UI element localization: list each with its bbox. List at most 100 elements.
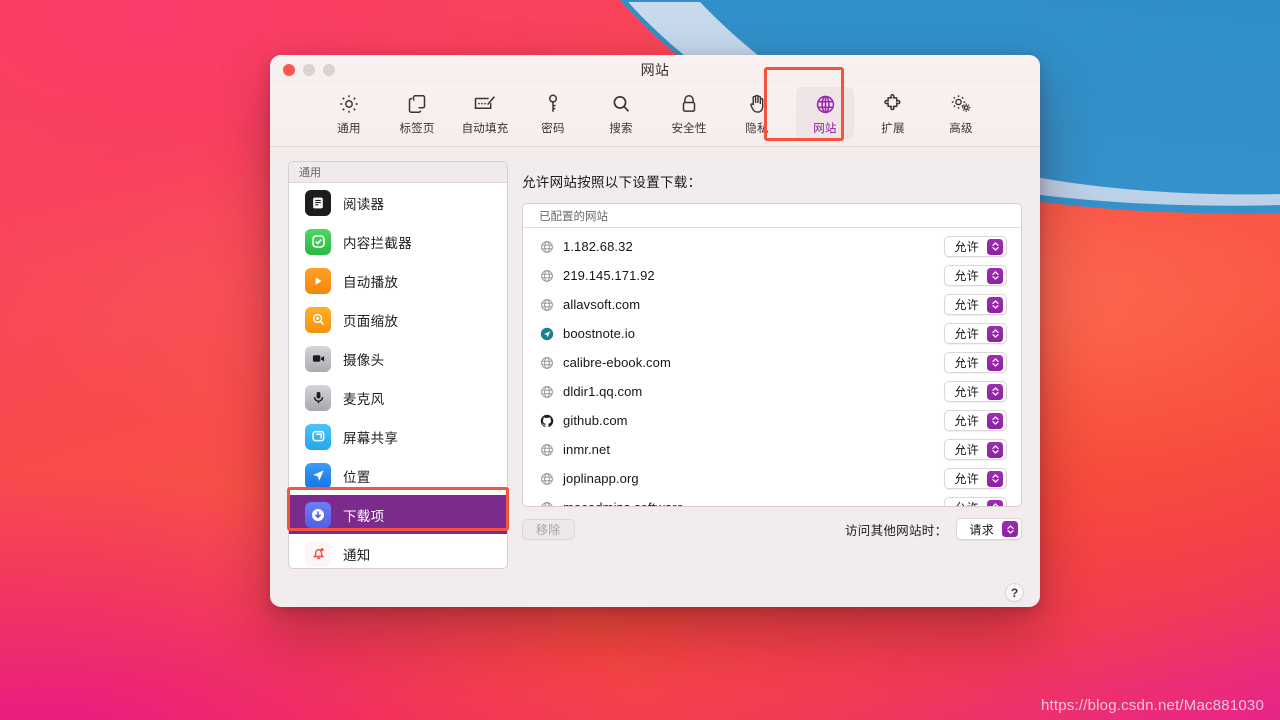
chevron-updown-icon xyxy=(987,296,1003,313)
table-row[interactable]: joplinapp.org 允许 xyxy=(523,464,1021,493)
toolbar-item-passwords[interactable]: 密码 xyxy=(524,87,582,139)
chevron-updown-icon xyxy=(987,499,1003,506)
remove-button[interactable]: 移除 xyxy=(522,518,575,540)
permission-popup-button[interactable]: 允许 xyxy=(944,265,1007,286)
sidebar-list: 阅读器 内容拦截器 自动播放 页面缩放 摄像头 麦克风 屏幕共享 位置 下载项 … xyxy=(289,183,507,568)
preferences-body: 通用 阅读器 内容拦截器 自动播放 页面缩放 摄像头 麦克风 屏幕共享 位置 下… xyxy=(270,147,1040,569)
table-row[interactable]: github.com 允许 xyxy=(523,406,1021,435)
sidebar-item-label: 下载项 xyxy=(343,508,385,524)
gear-icon xyxy=(337,91,361,117)
chevron-updown-icon xyxy=(987,354,1003,371)
chevron-updown-icon xyxy=(987,238,1003,255)
table-row[interactable]: 1.182.68.32 允许 xyxy=(523,232,1021,261)
other-sites-label: 访问其他网站时： xyxy=(844,523,948,538)
sidebar-item-label: 阅读器 xyxy=(343,196,385,212)
toolbar-item-privacy[interactable]: 隐私 xyxy=(728,87,786,139)
table-row[interactable]: inmr.net 允许 xyxy=(523,435,1021,464)
notifications-icon xyxy=(305,540,331,567)
website-name: allavsoft.com xyxy=(563,297,641,312)
sidebar-item-label: 麦克风 xyxy=(343,391,385,407)
table-row[interactable]: allavsoft.com 允许 xyxy=(523,290,1021,319)
toolbar-item-label: 网站 xyxy=(813,123,837,135)
toolbar-item-security[interactable]: 安全性 xyxy=(660,87,718,139)
configured-websites-header: 已配置的网站 xyxy=(523,204,1021,228)
permission-popup-button[interactable]: 允许 xyxy=(944,352,1007,373)
sidebar-item-camera[interactable]: 摄像头 xyxy=(289,339,507,378)
permission-popup-button[interactable]: 允许 xyxy=(944,439,1007,460)
sidebar-item-label: 内容拦截器 xyxy=(343,235,412,251)
screen-share-icon xyxy=(305,423,331,450)
chevron-updown-icon xyxy=(987,383,1003,400)
toolbar-item-advanced[interactable]: 高级 xyxy=(932,87,990,139)
permission-value: 允许 xyxy=(954,356,979,370)
chevron-updown-icon xyxy=(987,325,1003,342)
website-name: joplinapp.org xyxy=(563,471,639,486)
table-row[interactable]: dldir1.qq.com 允许 xyxy=(523,377,1021,406)
preferences-toolbar: 通用 标签页 自动填充 密码 搜索 安全性 隐私 网站 扩展 高级 xyxy=(270,85,1040,147)
window-titlebar: 网站 xyxy=(270,55,1040,85)
globe-icon xyxy=(539,268,554,283)
downloads-icon xyxy=(305,501,331,528)
permission-value: 允许 xyxy=(954,327,979,341)
desktop-wallpaper: 网站 通用 标签页 自动填充 密码 搜索 安全性 隐私 网站 扩展 高级 通用 … xyxy=(0,0,1280,720)
permission-popup-button[interactable]: 允许 xyxy=(944,294,1007,315)
permission-popup-button[interactable]: 允许 xyxy=(944,381,1007,402)
other-sites-popup-button[interactable]: 请求 xyxy=(956,518,1022,540)
permission-popup-button[interactable]: 允许 xyxy=(944,323,1007,344)
toolbar-item-general[interactable]: 通用 xyxy=(320,87,378,139)
downloads-settings-panel: 允许网站按照以下设置下载： 已配置的网站 1.182.68.32 允许 219.… xyxy=(522,161,1022,569)
toolbar-item-websites[interactable]: 网站 xyxy=(796,87,854,139)
sidebar-item-content-blockers[interactable]: 内容拦截器 xyxy=(289,222,507,261)
safari-preferences-window: 网站 通用 标签页 自动填充 密码 搜索 安全性 隐私 网站 扩展 高级 通用 … xyxy=(270,55,1040,607)
sidebar-item-page-zoom[interactable]: 页面缩放 xyxy=(289,300,507,339)
permission-value: 允许 xyxy=(954,414,979,428)
permission-value: 允许 xyxy=(954,385,979,399)
watermark-url: https://blog.csdn.net/Mac881030 xyxy=(1040,697,1264,714)
toolbar-item-label: 自动填充 xyxy=(461,123,509,135)
toolbar-item-extensions[interactable]: 扩展 xyxy=(864,87,922,139)
table-row[interactable]: calibre-ebook.com 允许 xyxy=(523,348,1021,377)
sidebar-item-location[interactable]: 位置 xyxy=(289,456,507,495)
sidebar-item-reader[interactable]: 阅读器 xyxy=(289,183,507,222)
toolbar-item-search[interactable]: 搜索 xyxy=(592,87,650,139)
permission-value: 允许 xyxy=(954,443,979,457)
table-row[interactable]: macadmins.software 允许 xyxy=(523,493,1021,506)
help-button[interactable]: ? xyxy=(1005,583,1024,602)
globe-icon xyxy=(813,91,838,117)
sidebar-item-label: 位置 xyxy=(343,469,371,485)
toolbar-item-autofill[interactable]: 自动填充 xyxy=(456,87,514,139)
sidebar-item-screen-sharing[interactable]: 屏幕共享 xyxy=(289,417,507,456)
other-sites-control: 访问其他网站时： 请求 xyxy=(845,518,1022,540)
sidebar-item-downloads[interactable]: 下载项 xyxy=(289,495,507,534)
toolbar-item-label: 高级 xyxy=(949,123,973,135)
settings-sidebar: 通用 阅读器 内容拦截器 自动播放 页面缩放 摄像头 麦克风 屏幕共享 位置 下… xyxy=(288,161,508,569)
table-row[interactable]: boostnote.io 允许 xyxy=(523,319,1021,348)
panel-bottom-bar: 移除 访问其他网站时： 请求 xyxy=(522,518,1022,540)
hand-icon xyxy=(745,91,769,117)
tabs-icon xyxy=(405,91,429,117)
sidebar-item-auto-play[interactable]: 自动播放 xyxy=(289,261,507,300)
window-footer: ? xyxy=(270,569,1040,607)
chevron-updown-icon xyxy=(987,441,1003,458)
toolbar-item-label: 标签页 xyxy=(399,123,435,135)
toolbar-item-label: 搜索 xyxy=(609,123,633,135)
website-list[interactable]: 1.182.68.32 允许 219.145.171.92 允许 allavso… xyxy=(523,228,1021,506)
sidebar-header: 通用 xyxy=(289,162,507,183)
permission-popup-button[interactable]: 允许 xyxy=(944,468,1007,489)
chevron-updown-icon xyxy=(987,412,1003,429)
puzzle-icon xyxy=(881,91,905,117)
chevron-updown-icon xyxy=(1002,521,1018,537)
toolbar-item-label: 通用 xyxy=(337,123,361,135)
permission-value: 允许 xyxy=(954,269,979,283)
advanced-gears-icon xyxy=(948,91,974,117)
sidebar-item-notifications[interactable]: 通知 xyxy=(289,534,507,568)
location-icon xyxy=(305,462,331,489)
permission-popup-button[interactable]: 允许 xyxy=(944,497,1007,506)
permission-popup-button[interactable]: 允许 xyxy=(944,410,1007,431)
permission-popup-button[interactable]: 允许 xyxy=(944,236,1007,257)
sidebar-item-microphone[interactable]: 麦克风 xyxy=(289,378,507,417)
toolbar-item-tabs[interactable]: 标签页 xyxy=(388,87,446,139)
toolbar-item-label: 扩展 xyxy=(881,123,905,135)
website-name: 1.182.68.32 xyxy=(563,239,633,254)
table-row[interactable]: 219.145.171.92 允许 xyxy=(523,261,1021,290)
